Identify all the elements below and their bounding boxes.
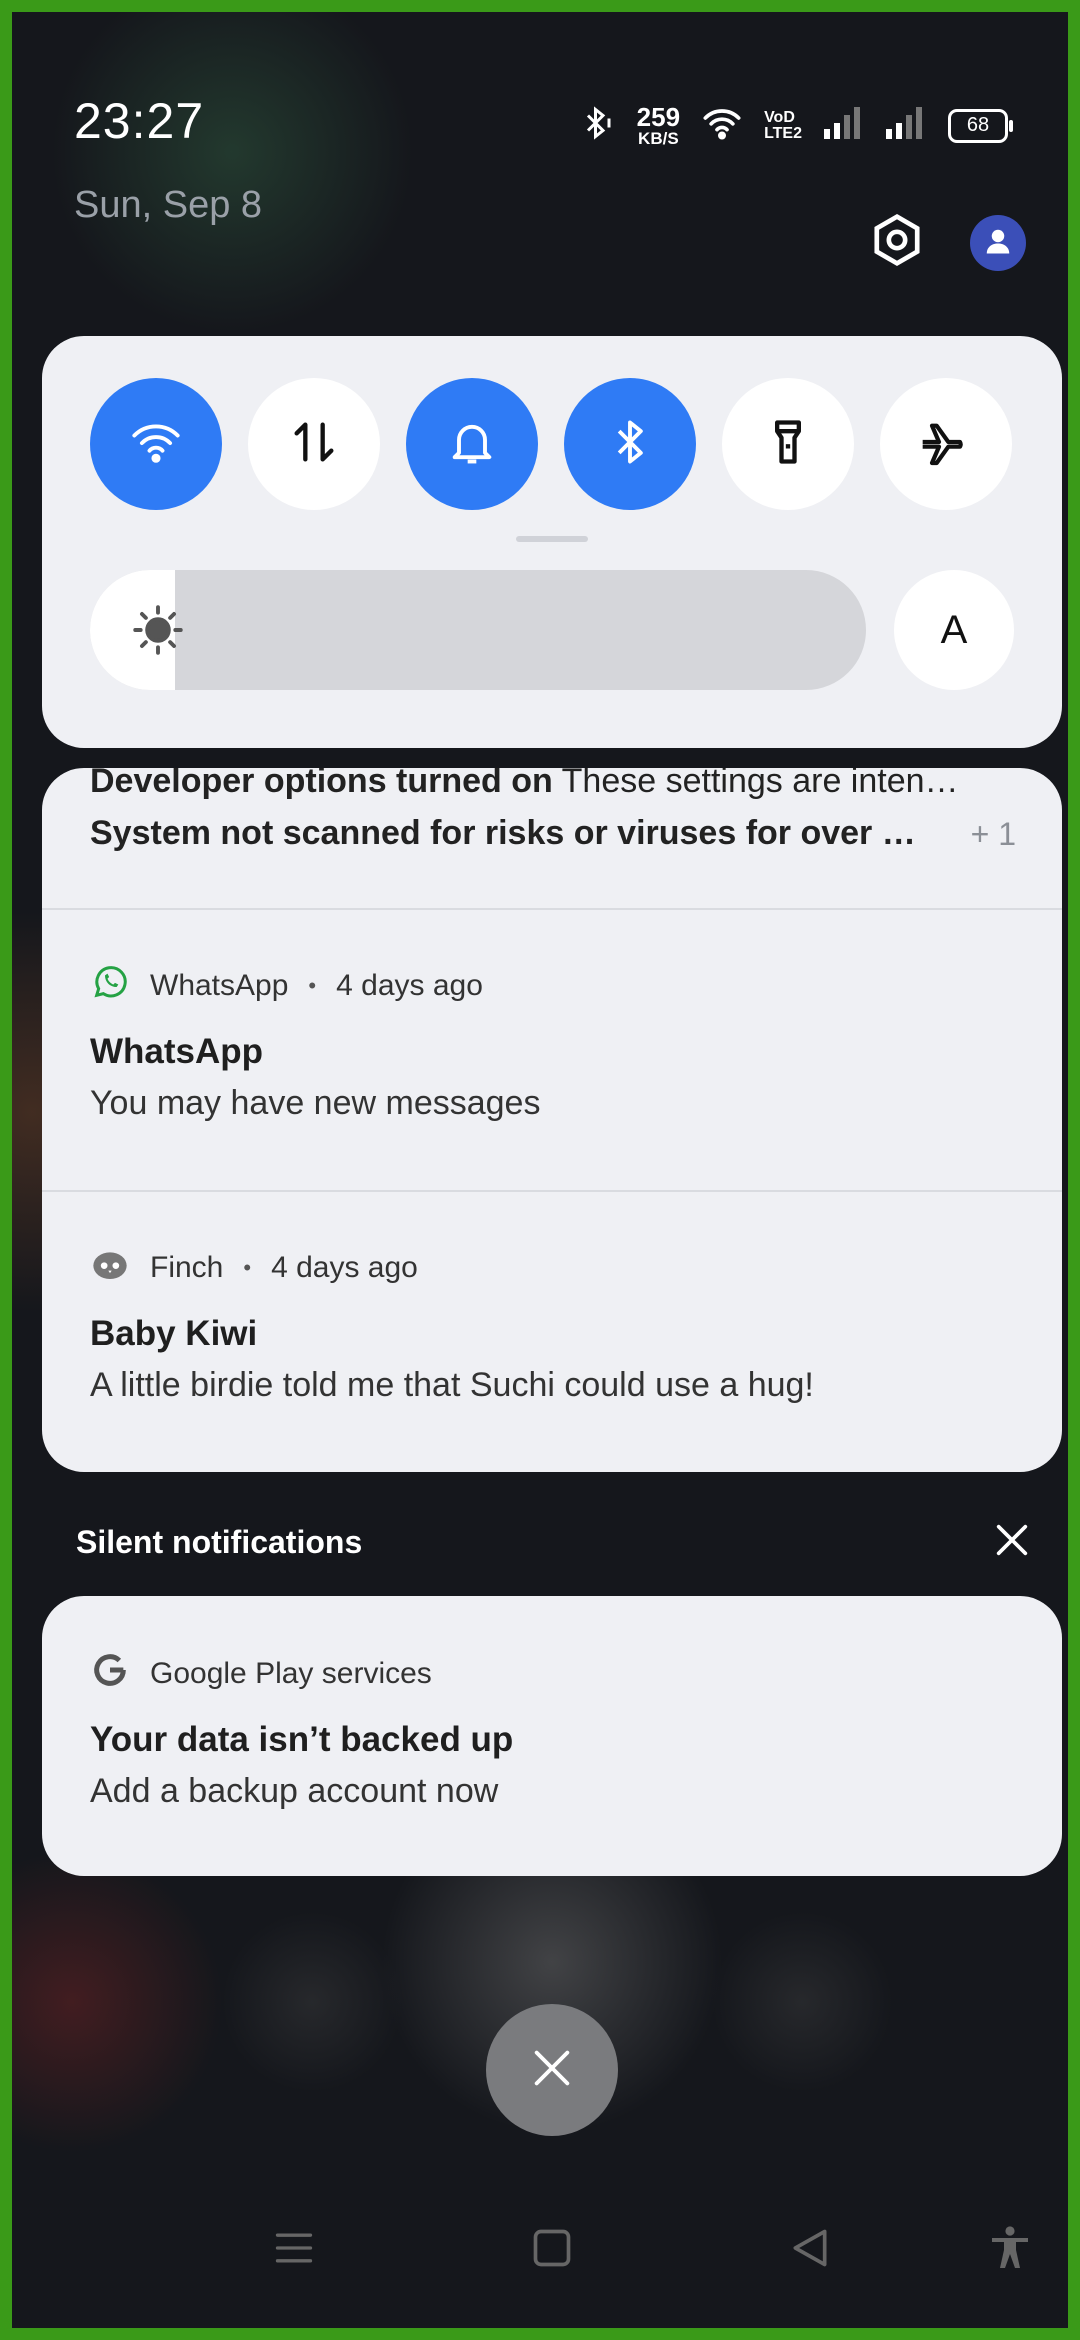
sun-icon: [132, 604, 184, 661]
more-count-badge[interactable]: + 1: [971, 816, 1016, 853]
notification-header: Google Play services: [90, 1650, 432, 1698]
separator: •: [243, 1255, 252, 1280]
google-play-notification[interactable]: Google Play services Your data isn’t bac…: [42, 1596, 1062, 1876]
data-transfer-icon: [288, 416, 340, 473]
accessibility-icon: [986, 2224, 1034, 2277]
silent-notifications-label: Silent notifications: [76, 1524, 363, 1560]
dismiss-all-button[interactable]: [486, 2004, 618, 2136]
security-scan-line: System not scanned for risks or viruses …: [90, 814, 930, 852]
separator: •: [308, 973, 317, 998]
app-name: Google Play services: [150, 1657, 432, 1690]
close-icon: [992, 1524, 1032, 1564]
back-button[interactable]: [780, 2220, 840, 2280]
developer-options-line: Developer options turned on These settin…: [90, 768, 1030, 801]
wifi-icon: [130, 420, 182, 469]
notification-header: Finch • 4 days ago: [90, 1244, 418, 1292]
volte-top: VoD: [764, 108, 795, 126]
menu-icon: [272, 2226, 316, 2275]
notification-title: Your data isn’t backed up: [90, 1720, 514, 1759]
screen: 23:27 Sun, Sep 8 259 KB/S VoD LTE2 68 A …: [0, 0, 1080, 2340]
system-notification[interactable]: Developer options turned on These settin…: [42, 768, 1062, 910]
notification-title: Baby Kiwi: [90, 1314, 258, 1353]
date: Sun, Sep 8: [74, 184, 263, 226]
app-name: Finch: [150, 1251, 224, 1284]
navigation-bar: [12, 2192, 1068, 2312]
expand-handle[interactable]: [516, 536, 588, 542]
network-speed-value: 259: [636, 102, 681, 132]
status-icons: 259 KB/S VoD LTE2 68: [579, 104, 1013, 147]
battery-level: 68: [966, 114, 990, 136]
network-speed: 259 KB/S: [637, 104, 680, 147]
whatsapp-notification[interactable]: WhatsApp • 4 days ago WhatsApp You may h…: [42, 908, 1062, 1192]
clock: 23:27: [74, 93, 205, 149]
notification-body: Add a backup account now: [90, 1772, 499, 1810]
notification-body: You may have new messages: [90, 1084, 541, 1122]
volte-bottom: LTE2: [764, 124, 802, 142]
notification-time: 4 days ago: [271, 1251, 418, 1284]
square-icon: [530, 2226, 574, 2275]
auto-brightness-button[interactable]: A: [894, 570, 1014, 690]
user-icon: [983, 226, 1013, 261]
gear-icon: [869, 213, 925, 272]
notification-card: Developer options turned on These settin…: [42, 768, 1062, 1472]
sound-tile[interactable]: [406, 378, 538, 510]
clear-silent-button[interactable]: [992, 1520, 1032, 1560]
notification-header: WhatsApp • 4 days ago: [90, 962, 483, 1010]
accessibility-button[interactable]: [980, 2220, 1040, 2280]
notification-time: 4 days ago: [336, 969, 483, 1002]
developer-options-title: Developer options turned on: [90, 768, 553, 800]
triangle-back-icon: [788, 2226, 832, 2275]
airplane-icon: [918, 414, 974, 475]
notification-body: A little birdie told me that Suchi could…: [90, 1366, 814, 1404]
bluetooth-icon: [604, 416, 656, 473]
whatsapp-icon: [90, 962, 130, 1010]
airplane-tile[interactable]: [880, 378, 1012, 510]
finch-notification[interactable]: Finch • 4 days ago Baby Kiwi A little bi…: [42, 1190, 1062, 1472]
user-avatar-button[interactable]: [970, 215, 1026, 271]
wifi-tile[interactable]: [90, 378, 222, 510]
flashlight-tile[interactable]: [722, 378, 854, 510]
network-speed-unit: KB/S: [638, 129, 679, 148]
close-icon: [529, 2045, 575, 2096]
app-name: WhatsApp: [150, 969, 289, 1002]
developer-options-text: These settings are inten…: [561, 768, 959, 800]
signal-1-icon: [824, 107, 864, 144]
settings-button[interactable]: [869, 212, 925, 268]
google-icon: [90, 1650, 130, 1698]
recents-button[interactable]: [264, 2220, 324, 2280]
home-button[interactable]: [522, 2220, 582, 2280]
finch-icon: [90, 1244, 130, 1292]
notification-title: WhatsApp: [90, 1032, 264, 1071]
volte-indicator: VoD LTE2: [764, 108, 802, 142]
battery-indicator: 68: [948, 108, 1013, 143]
brightness-slider[interactable]: [90, 570, 866, 690]
bell-icon: [446, 416, 498, 473]
signal-2-icon: [886, 107, 926, 144]
bluetooth-status-icon: [579, 105, 615, 146]
mobile-data-tile[interactable]: [248, 378, 380, 510]
quick-settings-panel: A: [42, 336, 1062, 748]
bluetooth-tile[interactable]: [564, 378, 696, 510]
flashlight-icon: [762, 416, 814, 473]
wifi-status-icon: [702, 106, 742, 145]
